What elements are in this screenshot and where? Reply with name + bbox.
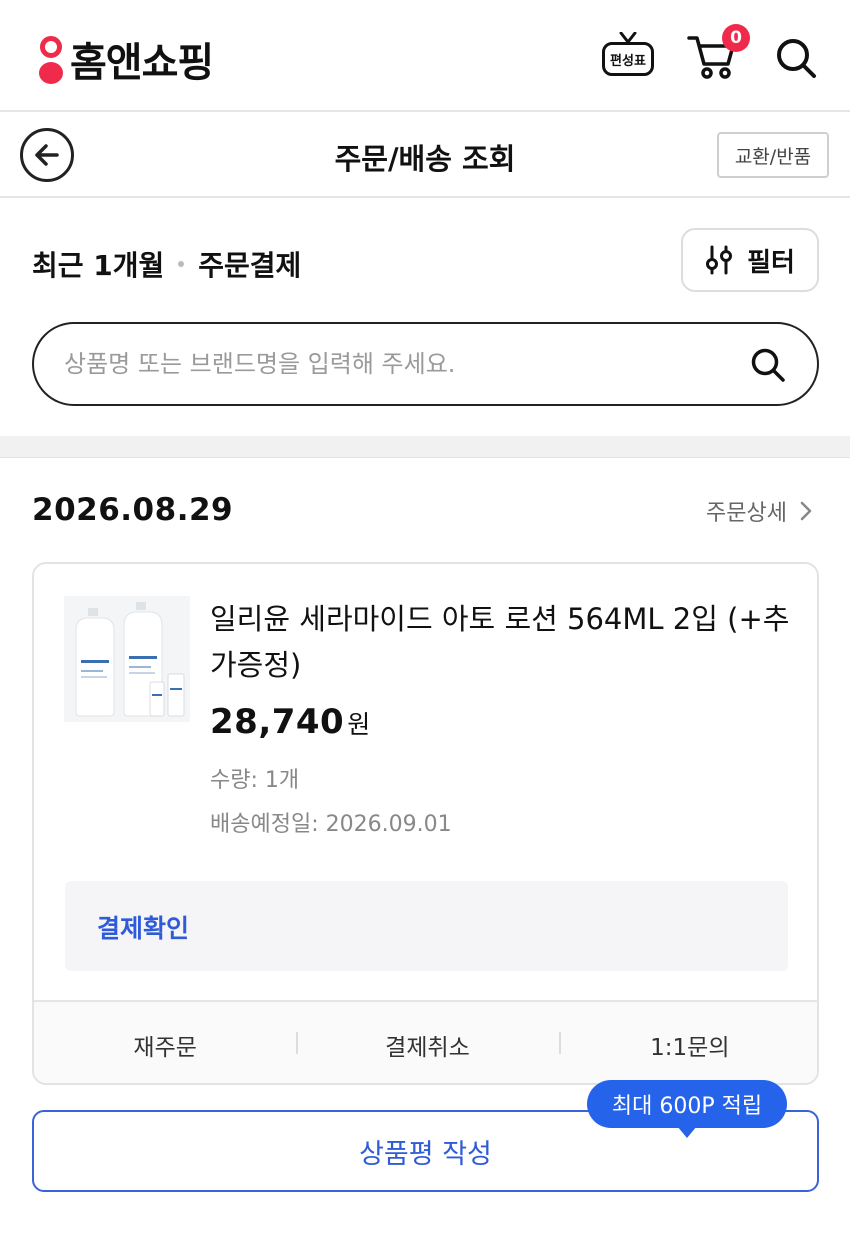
chevron-right-icon <box>800 501 812 521</box>
page-header: 주문/배송 조회 교환/반품 <box>0 114 850 198</box>
product-search-box <box>32 322 819 406</box>
filter-separator <box>178 261 185 267</box>
logo-text: 홈앤쇼핑 <box>70 40 214 86</box>
filter-button[interactable]: 필터 <box>681 228 819 292</box>
price-value: 28,740 <box>210 702 345 742</box>
cancel-payment-button[interactable]: 결제취소 <box>296 1028 558 1062</box>
tv-schedule-button[interactable]: 편성표 <box>602 32 654 78</box>
cart-count-badge: 0 <box>722 24 750 52</box>
top-bar: 홈앤쇼핑 편성표 0 <box>0 0 850 112</box>
search-icon <box>777 39 816 78</box>
logo-mark-icon <box>38 34 64 84</box>
reorder-button[interactable]: 재주문 <box>34 1028 296 1062</box>
back-button[interactable] <box>20 128 74 182</box>
product-price: 28,740 원 <box>210 702 370 742</box>
reward-points-tooltip: 최대 600P 적립 <box>587 1080 787 1128</box>
tooltip-tail <box>677 1126 697 1138</box>
product-search-input[interactable] <box>64 342 724 386</box>
section-divider <box>0 436 850 458</box>
shipping-date: 배송예정일: 2026.09.01 <box>210 812 452 837</box>
filter-sliders-icon <box>706 245 733 275</box>
order-date: 2026.08.29 <box>32 492 234 528</box>
home-logo[interactable]: 홈앤쇼핑 <box>38 30 214 88</box>
filter-summary: 최근 1개월 주문결제 <box>32 244 301 284</box>
tv-schedule-label: 편성표 <box>602 42 654 76</box>
search-submit-icon[interactable] <box>749 346 787 384</box>
product-image <box>64 596 190 722</box>
inquiry-button[interactable]: 1:1문의 <box>558 1028 817 1062</box>
product-name[interactable]: 일리윤 세라마이드 아토 로션 564ML 2입 (+추가증정) <box>210 596 790 688</box>
order-detail-link[interactable]: 주문상세 <box>706 495 813 527</box>
filter-period: 최근 1개월 <box>32 249 165 282</box>
order-quantity: 수량: 1개 <box>210 768 300 793</box>
product-thumbnail[interactable] <box>64 596 190 722</box>
order-actions: 재주문 결제취소 1:1문의 <box>34 1000 817 1083</box>
order-detail-label: 주문상세 <box>706 501 787 526</box>
price-unit: 원 <box>347 710 371 739</box>
exchange-return-button[interactable]: 교환/반품 <box>717 132 829 178</box>
filter-status: 주문결제 <box>198 249 302 282</box>
order-status: 결제확인 <box>97 914 190 943</box>
order-status-box: 결제확인 <box>65 881 788 971</box>
filter-button-label: 필터 <box>747 247 795 278</box>
cart-button[interactable]: 0 <box>686 24 750 82</box>
search-button[interactable] <box>774 36 818 80</box>
order-card: 일리윤 세라마이드 아토 로션 564ML 2입 (+추가증정) 28,740 … <box>32 562 819 1085</box>
arrow-left-icon <box>35 144 59 166</box>
